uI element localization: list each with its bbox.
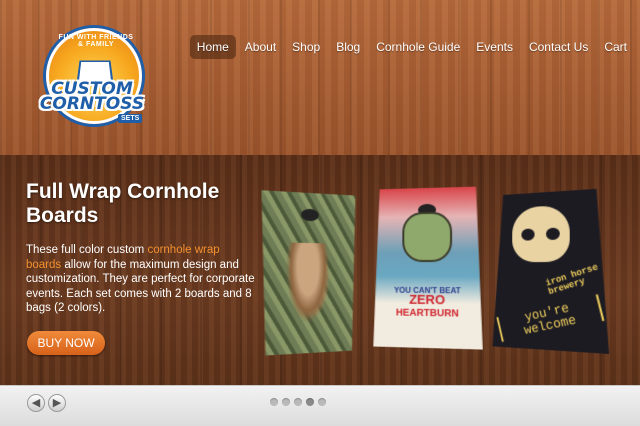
nav-cart[interactable]: Cart: [597, 35, 634, 59]
slide-desc-text-2: allow for the maximum design and customi…: [26, 259, 255, 315]
logo-sets: SETS: [118, 114, 142, 123]
iron-horse-brewery-board-image: iron horse brewery you're welcome: [492, 188, 609, 354]
board-hole: [301, 209, 319, 222]
board2-text-2: ZERO: [373, 294, 482, 307]
slider-dot-3[interactable]: [294, 398, 302, 406]
skull-eye: [521, 228, 534, 240]
next-arrow-icon[interactable]: ▶: [48, 394, 66, 412]
nav-shop[interactable]: Shop: [285, 35, 327, 59]
slide-desc-text-1: These full color custom: [26, 244, 147, 256]
nav-events[interactable]: Events: [469, 35, 520, 59]
board3-text-1: iron horse brewery: [545, 260, 611, 297]
zero-heartburn-board-image: YOU CAN'T BEAT ZERO HEARTBURN: [373, 186, 482, 349]
board2-text-3: HEARTBURN: [373, 307, 482, 320]
slider-pagination: [270, 398, 326, 406]
prev-arrow-icon[interactable]: ◀: [27, 394, 45, 412]
character-graphic: [402, 212, 452, 263]
slider-dot-5[interactable]: [318, 398, 326, 406]
slider-dot-1[interactable]: [270, 398, 278, 406]
slider-dot-2[interactable]: [282, 398, 290, 406]
slide-title: Full Wrap Cornhole Boards: [26, 180, 256, 228]
skull-graphic: [512, 205, 570, 262]
logo-name: CUSTOM CORNTOSS: [26, 82, 158, 112]
main-nav: Home About Shop Blog Cornhole Guide Even…: [188, 35, 634, 59]
slide-description: These full color custom cornhole wrap bo…: [26, 243, 258, 316]
buy-now-button[interactable]: BUY NOW: [27, 331, 105, 355]
slider-dot-4[interactable]: [306, 398, 314, 406]
nav-home[interactable]: Home: [190, 35, 236, 59]
nav-contact-us[interactable]: Contact Us: [522, 35, 595, 59]
deer-camo-board-image: [261, 190, 355, 356]
logo[interactable]: FUN WITH FRIENDS & FAMILY CUSTOM CORNTOS…: [26, 28, 158, 132]
logo-name-line2: CORNTOSS: [26, 97, 158, 112]
nav-about[interactable]: About: [238, 35, 283, 59]
logo-tagline: FUN WITH FRIENDS & FAMILY: [56, 34, 136, 48]
nav-cornhole-guide[interactable]: Cornhole Guide: [369, 35, 467, 59]
nav-blog[interactable]: Blog: [329, 35, 367, 59]
board3-text-2: you're welcome: [496, 294, 604, 342]
deer-graphic: [286, 242, 329, 323]
skull-eye: [546, 228, 560, 240]
